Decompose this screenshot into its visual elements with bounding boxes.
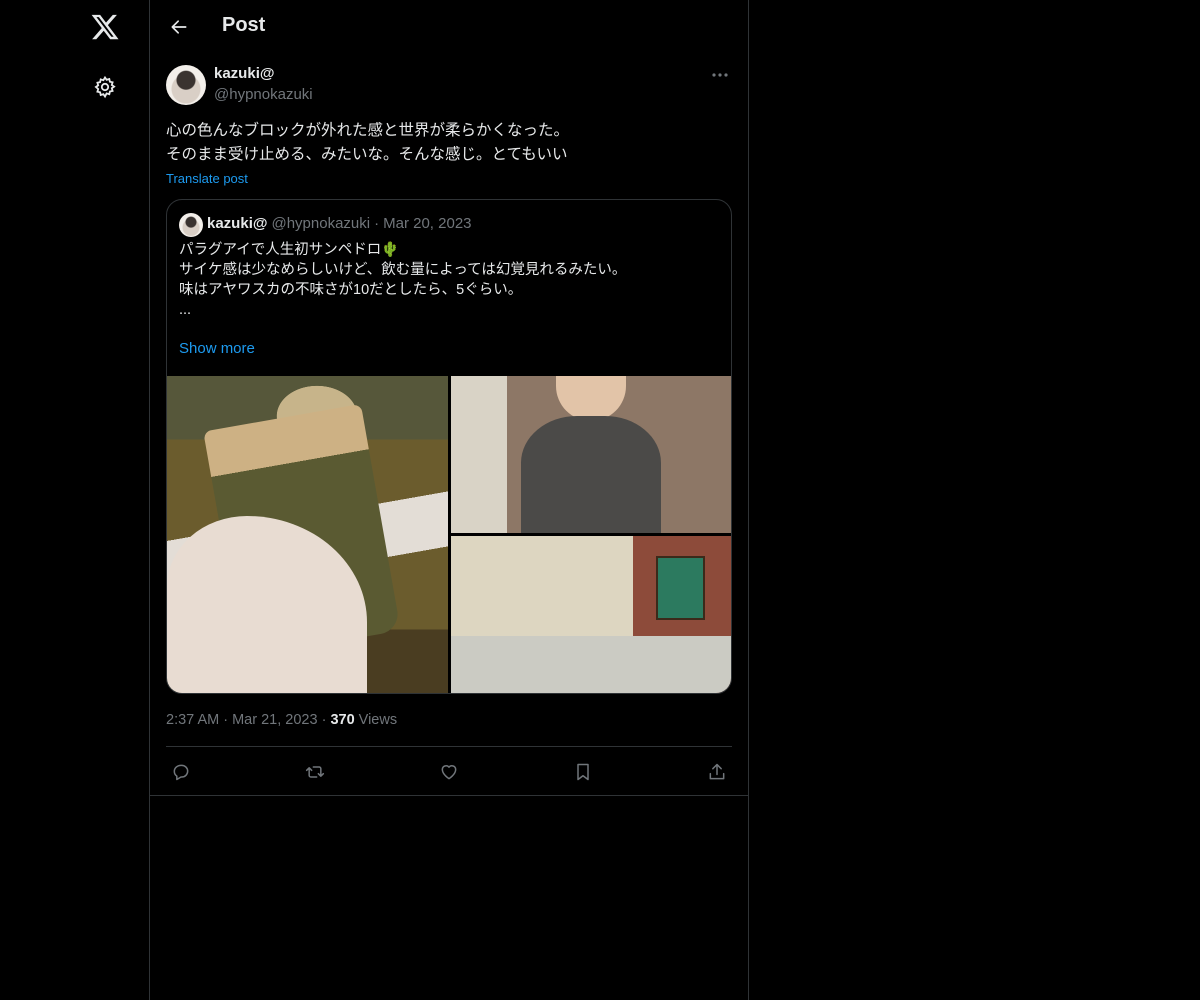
post-time[interactable]: 2:37 AM xyxy=(166,712,219,728)
left-nav xyxy=(0,0,149,1000)
more-button[interactable] xyxy=(708,64,732,86)
quote-author-name: kazuki@ xyxy=(207,215,268,232)
gear-icon[interactable] xyxy=(90,72,120,102)
author-handle[interactable]: @hypnokazuki xyxy=(214,86,313,103)
photo-floor xyxy=(451,636,731,693)
separator-dot: · xyxy=(223,712,233,728)
divider xyxy=(166,746,732,747)
post-text: 心の色んなブロックが外れた感と世界が柔らかくなった。 そのまま受け止める、みたい… xyxy=(166,122,570,163)
quoted-post[interactable]: kazuki@ @hypnokazuki · Mar 20, 2023 パラグア… xyxy=(166,199,732,694)
action-bar xyxy=(166,758,732,786)
page-header: Post xyxy=(150,0,748,54)
author-name[interactable]: kazuki@ xyxy=(214,65,274,82)
reply-icon xyxy=(173,764,189,781)
bookmark-icon xyxy=(577,763,589,781)
like-button[interactable] xyxy=(435,758,463,786)
quote-text-rest: サイケ感は少なめらしいけど、飲む量によっては幻覚見れるみたい。 味はアヤワスカの… xyxy=(179,262,627,318)
media-photo-drink-in-hand[interactable] xyxy=(167,376,448,693)
page-title: Post xyxy=(222,14,266,36)
share-button[interactable] xyxy=(703,758,731,786)
share-icon xyxy=(709,763,725,780)
quote-text: パラグアイで人生初サンペドロ🌵 サイケ感は少なめらしいけど、飲む量によっては幻覚… xyxy=(179,240,719,320)
bookmark-button[interactable] xyxy=(569,758,597,786)
arrow-left-icon xyxy=(171,20,187,34)
media-grid xyxy=(167,376,731,693)
post-date[interactable]: Mar 21, 2023 xyxy=(232,712,317,728)
heart-icon xyxy=(441,765,457,780)
translate-post-link[interactable]: Translate post xyxy=(166,171,248,186)
back-button[interactable] xyxy=(164,12,194,42)
photo-person xyxy=(521,416,661,533)
show-more-link[interactable]: Show more xyxy=(179,340,255,357)
media-photo-group-room[interactable] xyxy=(451,536,731,693)
page: Post kazuki@ @hypnokazuki 心の色んなブロックが外れた感… xyxy=(0,0,1200,1000)
post-bottom-border xyxy=(150,795,748,796)
quote-date: Mar 20, 2023 xyxy=(383,215,472,232)
quote-avatar xyxy=(179,213,203,237)
media-photo-smiling-person[interactable] xyxy=(451,376,731,533)
photo-face xyxy=(556,376,626,421)
quote-text-line1: パラグアイで人生初サンペドロ xyxy=(179,242,382,258)
x-logo-icon[interactable] xyxy=(86,8,124,46)
quote-meta: kazuki@ @hypnokazuki · Mar 20, 2023 xyxy=(207,215,472,232)
retweet-button[interactable] xyxy=(301,758,329,786)
reply-button[interactable] xyxy=(167,758,195,786)
cactus-emoji: 🌵 xyxy=(381,242,400,258)
main-column: Post kazuki@ @hypnokazuki 心の色んなブロックが外れた感… xyxy=(149,0,749,1000)
quote-author-handle: @hypnokazuki xyxy=(271,215,371,232)
views-label: Views xyxy=(358,712,398,728)
views-count: 370 xyxy=(330,712,355,728)
post-timestamp: 2:37 AM · Mar 21, 2023 · 370 Views xyxy=(166,712,397,728)
avatar[interactable] xyxy=(166,65,206,105)
retweet-icon xyxy=(305,766,325,778)
more-horizontal-icon xyxy=(712,73,728,77)
separator-dot: · xyxy=(374,215,380,232)
photo-wall-art xyxy=(656,556,705,620)
